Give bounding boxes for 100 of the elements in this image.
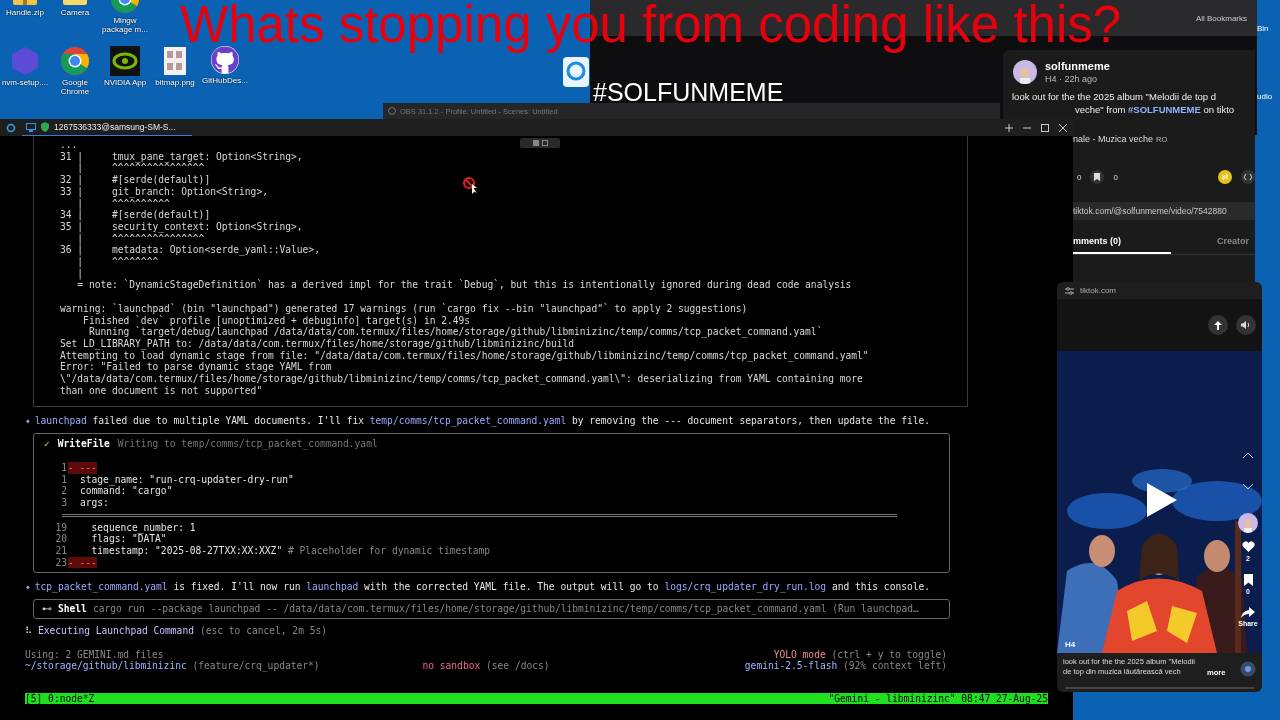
output-line: than one document is not supported" (60, 384, 263, 397)
diff-line: stage_name: "run-crq-updater-dry-run" (80, 473, 294, 486)
desktop-icon-label[interactable]: bitmap.png (150, 78, 200, 87)
post-caption: veche" from #SOLFUNMEME on tikto (1074, 103, 1236, 116)
bookmark-icon[interactable] (1243, 574, 1253, 586)
chevron-up-icon[interactable] (1242, 451, 1254, 459)
desktop-icon-label[interactable]: udio (1257, 92, 1273, 101)
site-settings-icon[interactable] (1065, 286, 1074, 295)
check-icon: ✓ (44, 438, 50, 450)
output-line: Set LD_LIBRARY_PATH to: /data/data/com.termux/files/home/storage/github/libminizinc/build (60, 337, 575, 350)
avatar[interactable] (1013, 60, 1037, 84)
upload-button[interactable] (1208, 315, 1228, 335)
chevron-down-icon[interactable] (1242, 483, 1254, 491)
repost-icon[interactable] (1218, 170, 1232, 184)
grid-icon[interactable] (532, 140, 539, 146)
desktop-icon-label[interactable]: Bin (1257, 24, 1269, 33)
spinner-icon: ⠧ (25, 624, 32, 637)
output-line: 33 | git_branch: Option<String>, (60, 185, 268, 198)
session-info: "Gemini - libminizinc" 08:47 27-Aug-25 (828, 693, 1048, 704)
obs-logo-icon (388, 107, 396, 115)
context-status: (92% context left) (843, 660, 947, 672)
progress-hint: (esc to cancel, 2m 5s) (199, 624, 328, 637)
maximize-icon[interactable] (1041, 123, 1049, 132)
output-line: | ^^^^^^^^^^^^^^^^ (76, 232, 205, 245)
comments-tab[interactable]: Creator (1217, 232, 1255, 254)
expand-icon[interactable] (541, 140, 548, 146)
play-icon[interactable] (1145, 481, 1179, 519)
tool-name: WriteFile (57, 438, 110, 450)
output-line: | ^^^^^^^^^^ (76, 197, 170, 210)
bookmark-icon[interactable] (1090, 170, 1105, 184)
volume-button[interactable] (1236, 315, 1256, 335)
monitor-icon (26, 122, 36, 132)
arrow-up-icon (1214, 320, 1222, 330)
agent-message: launchpad failed due to multiple YAML documents. I'll fix temp/comms/tcp_packet_command.yaml by removing the --- document separators, then update the file. (34, 415, 931, 428)
like-count: 0 (1077, 172, 1082, 182)
sparkle-icon: ✦ (25, 581, 31, 594)
all-bookmarks-button[interactable]: All Bookmarks (1195, 13, 1247, 23)
mode-status: YOLO mode (773, 648, 826, 660)
shell-command: cargo run --package launchpad -- /data/data/com.termux/files/home/storage/github/libminizinc/temp/comms/tcp_packet_command.yaml (Run launchpad… (92, 603, 919, 615)
desktop-icon-label[interactable]: Google Chrome (50, 78, 100, 96)
heart-icon[interactable] (1241, 541, 1255, 553)
post-caption: look out for the the 2025 album "Melodii de top d (1011, 90, 1218, 103)
terminal-tab[interactable]: 1267536333@samsung-SM-S... (22, 119, 192, 136)
post-meta: H4 · 22h ago (1045, 74, 1099, 84)
output-line: warning: `launchpad` (bin "launchpad") generated 17 warnings (run `cargo fix --bin "launchpad"` to apply 2 suggestions) (60, 302, 748, 315)
shield-icon (41, 122, 49, 132)
desktop-icon-label[interactable]: nvm-setup.... (0, 78, 50, 87)
embed-icon[interactable] (1241, 170, 1255, 184)
output-line: 34 | #[serde(default)] (60, 209, 211, 221)
image-file-icon (163, 46, 187, 76)
desktop-icon-label[interactable]: NVIDIA App (100, 78, 150, 87)
output-line: 35 | security_context: Option<String>, (60, 220, 303, 233)
share-icon[interactable] (1241, 607, 1255, 618)
tool-name: Shell (58, 603, 87, 615)
output-line: Error: "Failed to parse dynamic stage YAML from (60, 361, 332, 374)
output-line: 36 | metadata: Option<serde_yaml::Value>, (60, 244, 320, 257)
eye-logo-icon (110, 46, 140, 76)
output-line: 31 | tmux_pane_target: Option<String>, (60, 150, 303, 163)
author-handle[interactable]: H4 (1065, 640, 1076, 649)
output-line: Running `target/debug/launchpad /data/data/com.termux/files/home/storage/github/libminizinc/temp/comms/tcp_packet_command.yaml` (87, 326, 823, 338)
diff-line: flags: "DATA" (90, 533, 167, 546)
username[interactable]: solfunmeme (1045, 60, 1110, 72)
diff-line: command: "cargo" (80, 485, 173, 497)
url-field[interactable]: tiktok.com/@solfunmeme/video/7542880 (1073, 202, 1255, 220)
line-number: 23 (54, 556, 68, 569)
mode-hint: (ctrl + y to toggle) (831, 648, 947, 660)
close-icon[interactable] (1059, 123, 1067, 132)
sparkle-icon: ✦ (25, 415, 31, 428)
line-number: 21 (54, 545, 68, 557)
output-line: = note: `DynamicStageDefinition` has a derived impl for the trait `Debug`, but this is intentionally ignored during dead code analysis (76, 279, 852, 292)
diff-line: args: (80, 496, 109, 509)
path-status: ~/storage/github/libminizinc (25, 660, 187, 672)
music-disc-icon[interactable] (1240, 661, 1256, 677)
hashtag-link[interactable]: #SOLFUNMEME (1128, 104, 1201, 115)
output-line: \"/data/data/com.termux/files/home/storage/github/libminizinc/temp/comms/tcp_packet_command.yaml\": deserializing from YAML containing more (60, 373, 863, 385)
output-line: Attempting to load dynamic stage from file: "/data/data/com.termux/files/home/storage/github/libminizinc/temp/comms/tcp_packet_command.yaml" (60, 349, 869, 362)
desktop-icon-label[interactable]: GitHubDes... (200, 76, 250, 85)
site-name: tiktok.com (1080, 286, 1116, 295)
line-number: 1 (60, 461, 68, 474)
new-tab-icon[interactable] (1005, 123, 1013, 132)
refresh-icon[interactable] (6, 122, 16, 133)
line-number: 19 (54, 521, 68, 534)
diff-line: timestamp: "2025-08-27TXX:XX:XXZ" # Placeholder for dynamic timestamp (90, 545, 491, 557)
save-count: 0 (1113, 172, 1118, 182)
line-number: 1 (60, 473, 68, 486)
output-line: ... (60, 139, 78, 151)
chat-app-icon (563, 57, 589, 87)
desktop-icon-label[interactable]: Handle.zip (0, 8, 50, 17)
desktop-icon-label[interactable]: Camera (50, 8, 100, 17)
hexagon-icon (10, 46, 40, 76)
model-status: gemini-2.5-flash (744, 660, 838, 672)
window-list[interactable]: [5] 0:node*Z (25, 693, 95, 704)
sandbox-hint: (see /docs) (486, 660, 550, 672)
hashtag-overlay: #SOLFUNMEME (593, 78, 784, 107)
output-line: | ^^^^^^^^ (76, 256, 159, 268)
sound-title[interactable]: nale - Muzica veche (1073, 134, 1154, 144)
desktop-icon-label[interactable]: Mingw package m... (100, 16, 150, 34)
output-line: 32 | #[serde(default)] (60, 174, 211, 186)
progress-label: Executing Launchpad Command (38, 624, 194, 637)
github-icon (211, 46, 239, 74)
